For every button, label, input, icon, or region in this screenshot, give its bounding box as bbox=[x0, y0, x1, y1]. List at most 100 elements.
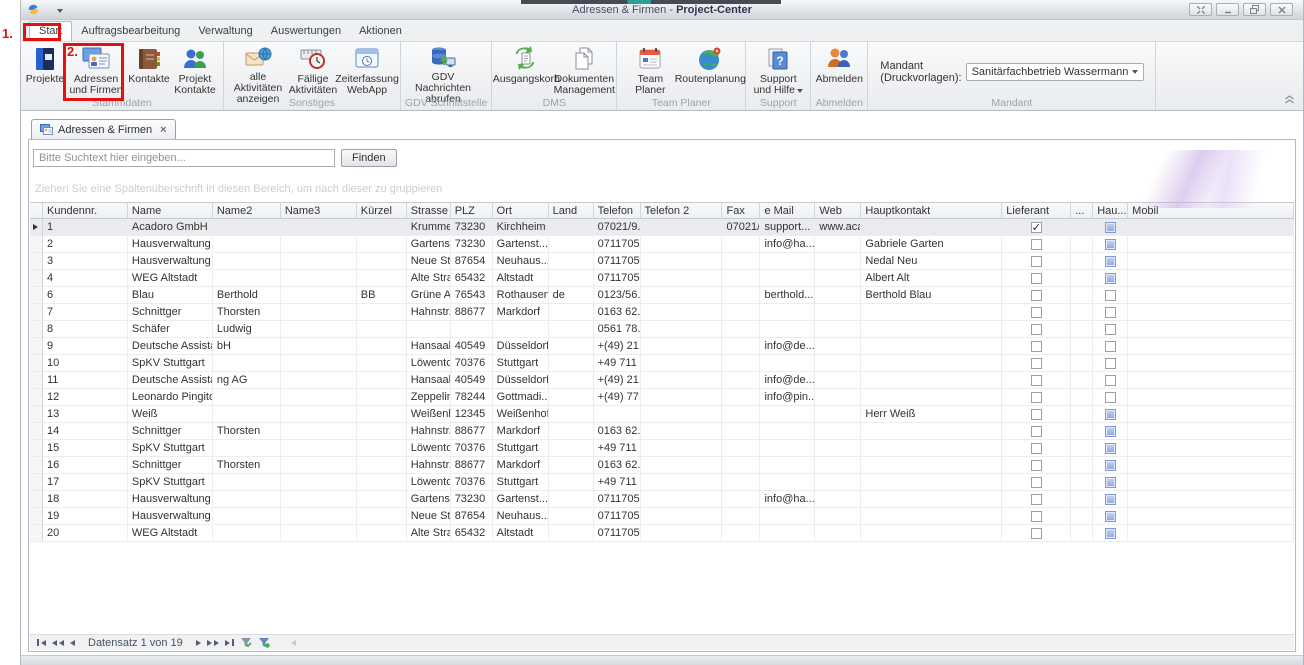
combo-dropdown-icon[interactable] bbox=[1128, 64, 1143, 80]
tab-adressen-firmen[interactable]: Adressen & Firmen × bbox=[31, 119, 176, 139]
collapse-ribbon-icon[interactable] bbox=[1284, 95, 1295, 107]
table-row[interactable]: 6BlauBertholdBBGrüne A...76543Rothausend… bbox=[30, 287, 1294, 304]
table-row[interactable]: 19Hausverwaltung ...Neue Str...87654Neuh… bbox=[30, 508, 1294, 525]
table-row[interactable]: 10SpKV StuttgartLöwento...70376Stuttgart… bbox=[30, 355, 1294, 372]
hau-checkbox[interactable] bbox=[1105, 341, 1116, 352]
table-row[interactable]: 9Deutsche Assista...bHHansaall...40549Dü… bbox=[30, 338, 1294, 355]
tab-close-icon[interactable]: × bbox=[160, 124, 166, 136]
column-header-dots[interactable]: ... bbox=[1071, 202, 1093, 219]
team-planer-button[interactable]: Team Planer bbox=[621, 42, 679, 96]
scrollbar-left-arrow[interactable] bbox=[291, 640, 296, 646]
lieferant-checkbox[interactable] bbox=[1031, 307, 1042, 318]
hau-checkbox[interactable] bbox=[1105, 392, 1116, 403]
routenplanung-button[interactable]: Routenplanung bbox=[679, 42, 741, 96]
hau-checkbox[interactable] bbox=[1105, 494, 1116, 505]
tab-auftragsbearbeitung[interactable]: Auftragsbearbeitung bbox=[72, 22, 189, 41]
hau-checkbox[interactable] bbox=[1105, 511, 1116, 522]
lieferant-checkbox[interactable] bbox=[1031, 392, 1042, 403]
hau-checkbox[interactable] bbox=[1105, 256, 1116, 267]
table-row[interactable]: 14SchnittgerThorstenHahnstr....88677Mark… bbox=[30, 423, 1294, 440]
column-header-hau[interactable]: Hau... bbox=[1093, 202, 1128, 219]
table-row[interactable]: 13WeißWeißenb...12345WeißenhofHerr Weiß bbox=[30, 406, 1294, 423]
table-row[interactable]: 1Acadoro GmbHKrumme...73230Kirchheim0702… bbox=[30, 219, 1294, 236]
hau-checkbox[interactable] bbox=[1105, 273, 1116, 284]
tab-verwaltung[interactable]: Verwaltung bbox=[189, 22, 261, 41]
lieferant-checkbox[interactable] bbox=[1031, 273, 1042, 284]
column-header-web[interactable]: Web bbox=[815, 202, 861, 219]
hau-checkbox[interactable] bbox=[1105, 290, 1116, 301]
hau-checkbox[interactable] bbox=[1105, 477, 1116, 488]
lieferant-checkbox[interactable] bbox=[1031, 358, 1042, 369]
lieferant-checkbox[interactable] bbox=[1031, 375, 1042, 386]
column-header-fax[interactable]: Fax bbox=[722, 202, 760, 219]
column-header-name2[interactable]: Name2 bbox=[213, 202, 281, 219]
restore-button[interactable] bbox=[1243, 3, 1266, 16]
column-header-ort[interactable]: Ort bbox=[493, 202, 549, 219]
nav-prev-button[interactable] bbox=[70, 640, 75, 646]
column-header-hauptkontakt[interactable]: Hauptkontakt bbox=[861, 202, 1002, 219]
table-row[interactable]: 4WEG AltstadtAlte Stra...65432Altstadt07… bbox=[30, 270, 1294, 287]
nav-next-page-button[interactable] bbox=[207, 640, 219, 646]
column-header-name3[interactable]: Name3 bbox=[281, 202, 357, 219]
close-button[interactable] bbox=[1270, 3, 1293, 16]
table-row[interactable]: 3Hausverwaltung ...Neue Str...87654Neuha… bbox=[30, 253, 1294, 270]
find-button[interactable]: Finden bbox=[341, 149, 397, 167]
hau-checkbox[interactable] bbox=[1105, 358, 1116, 369]
lieferant-checkbox[interactable] bbox=[1031, 290, 1042, 301]
table-row[interactable]: 8SchäferLudwig0561 78... bbox=[30, 321, 1294, 338]
lieferant-checkbox[interactable] bbox=[1031, 494, 1042, 505]
table-row[interactable]: 18Hausverwaltung ...Gartenst...73230Gart… bbox=[30, 491, 1294, 508]
lieferant-checkbox[interactable] bbox=[1031, 256, 1042, 267]
table-row[interactable]: 11Deutsche Assista...ng AGHansaall...405… bbox=[30, 372, 1294, 389]
support-und-hilfe-button[interactable]: ? Support und Hilfe bbox=[750, 42, 806, 96]
column-header-telefon2[interactable]: Telefon 2 bbox=[641, 202, 723, 219]
lieferant-checkbox[interactable] bbox=[1031, 443, 1042, 454]
table-row[interactable]: 20WEG AltstadtAlte Stra...65432Altstadt0… bbox=[30, 525, 1294, 542]
hau-checkbox[interactable] bbox=[1105, 443, 1116, 454]
hau-checkbox[interactable] bbox=[1105, 239, 1116, 250]
lieferant-checkbox[interactable] bbox=[1031, 460, 1042, 471]
tab-aktionen[interactable]: Aktionen bbox=[350, 22, 411, 41]
nav-last-button[interactable] bbox=[225, 639, 234, 646]
lieferant-checkbox[interactable] bbox=[1031, 324, 1042, 335]
lieferant-checkbox[interactable] bbox=[1031, 341, 1042, 352]
column-header-telefon[interactable]: Telefon bbox=[594, 202, 641, 219]
lieferant-checkbox[interactable] bbox=[1031, 511, 1042, 522]
hau-checkbox[interactable] bbox=[1105, 460, 1116, 471]
kontakte-button[interactable]: Kontakte bbox=[127, 42, 171, 96]
lieferant-checkbox[interactable] bbox=[1031, 477, 1042, 488]
filter-editor-icon[interactable] bbox=[258, 637, 270, 648]
tab-auswertungen[interactable]: Auswertungen bbox=[262, 22, 350, 41]
column-header-strasse[interactable]: Strasse bbox=[407, 202, 451, 219]
faellige-aktivitaeten-button[interactable]: Fällige Aktivitäten bbox=[288, 42, 338, 96]
lieferant-checkbox[interactable] bbox=[1031, 528, 1042, 539]
projekte-button[interactable]: Projekte bbox=[25, 42, 65, 96]
lieferant-checkbox[interactable] bbox=[1031, 239, 1042, 250]
hau-checkbox[interactable] bbox=[1105, 375, 1116, 386]
ausgangskorb-button[interactable]: Ausgangskorb bbox=[496, 42, 556, 96]
column-header-name[interactable]: Name bbox=[128, 202, 213, 219]
group-by-panel[interactable]: Ziehen Sie eine Spaltenüberschrift in di… bbox=[29, 171, 1295, 202]
dokumenten-management-button[interactable]: Dokumenten Management bbox=[556, 42, 612, 96]
hau-checkbox[interactable] bbox=[1105, 222, 1116, 233]
column-header-mobil[interactable]: Mobil bbox=[1128, 202, 1294, 219]
table-row[interactable]: 15SpKV StuttgartLöwento...70376Stuttgart… bbox=[30, 440, 1294, 457]
table-row[interactable]: 16SchnittgerThorstenHahnstr....88677Mark… bbox=[30, 457, 1294, 474]
table-row[interactable]: 2Hausverwaltung ...Gartenst...73230Garte… bbox=[30, 236, 1294, 253]
minimize-button[interactable] bbox=[1216, 3, 1239, 16]
filter-icon[interactable] bbox=[240, 637, 252, 648]
table-row[interactable]: 17SpKV StuttgartLöwento...70376Stuttgart… bbox=[30, 474, 1294, 491]
search-input[interactable] bbox=[33, 149, 335, 167]
hau-checkbox[interactable] bbox=[1105, 409, 1116, 420]
nav-first-button[interactable] bbox=[37, 639, 46, 646]
hau-checkbox[interactable] bbox=[1105, 426, 1116, 437]
hau-checkbox[interactable] bbox=[1105, 528, 1116, 539]
column-header-plz[interactable]: PLZ bbox=[451, 202, 493, 219]
nav-next-button[interactable] bbox=[196, 640, 201, 646]
zeiterfassung-webapp-button[interactable]: Zeiterfassung WebApp bbox=[338, 42, 396, 96]
mandant-combobox[interactable]: Sanitärfachbetrieb Wassermann bbox=[966, 63, 1144, 81]
column-header-kundennr[interactable]: Kundennr. bbox=[43, 202, 128, 219]
lieferant-checkbox[interactable] bbox=[1031, 426, 1042, 437]
fullscreen-button[interactable] bbox=[1189, 3, 1212, 16]
table-row[interactable]: 7SchnittgerThorstenHahnstr....88677Markd… bbox=[30, 304, 1294, 321]
